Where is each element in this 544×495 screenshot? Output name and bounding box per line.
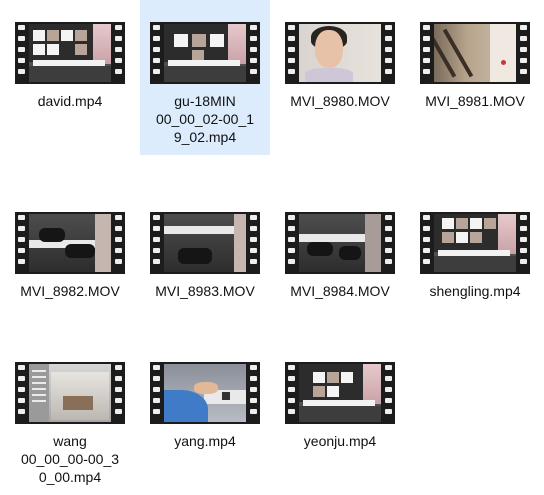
video-thumbnail [285, 212, 395, 274]
file-item-yeonju[interactable]: yeonju.mp4 [275, 340, 405, 490]
file-name: yeonju.mp4 [303, 433, 377, 449]
video-thumbnail [285, 22, 395, 84]
file-item-mvi-8983[interactable]: MVI_8983.MOV [140, 190, 270, 340]
file-item-yang[interactable]: yang.mp4 [140, 340, 270, 490]
video-thumbnail [420, 212, 530, 274]
video-thumbnail [150, 212, 260, 274]
file-item-mvi-8981[interactable]: MVI_8981.MOV [410, 0, 540, 150]
file-name: MVI_8982.MOV [20, 283, 120, 299]
file-name: MVI_8983.MOV [155, 283, 255, 299]
file-name: yang.mp4 [174, 433, 236, 449]
file-item-david[interactable]: david.mp4 [5, 0, 135, 150]
file-name: david.mp4 [37, 93, 103, 109]
file-item-mvi-8980[interactable]: MVI_8980.MOV [275, 0, 405, 150]
file-item-mvi-8984[interactable]: MVI_8984.MOV [275, 190, 405, 340]
video-thumbnail [285, 362, 395, 424]
file-name: gu-18MIN 00_00_02-00_1 9_02.mp4 [155, 93, 255, 145]
file-item-wang[interactable]: wang 00_00_00-00_3 0_00.mp4 [5, 340, 135, 490]
file-name: MVI_8980.MOV [290, 93, 390, 109]
file-name: wang 00_00_00-00_3 0_00.mp4 [20, 433, 120, 485]
video-thumbnail [15, 362, 125, 424]
video-thumbnail [420, 22, 530, 84]
file-name: MVI_8984.MOV [290, 283, 390, 299]
file-name: shengling.mp4 [429, 283, 521, 299]
video-thumbnail [150, 22, 260, 84]
file-item-mvi-8982[interactable]: MVI_8982.MOV [5, 190, 135, 340]
video-thumbnail [15, 22, 125, 84]
video-thumbnail [15, 212, 125, 274]
video-thumbnail [150, 362, 260, 424]
file-item-shengling[interactable]: shengling.mp4 [410, 190, 540, 340]
file-name: MVI_8981.MOV [425, 93, 525, 109]
file-grid: david.mp4 gu-18MIN 00_00_02-00_1 9_02.mp… [0, 0, 544, 495]
file-item-gu-18min[interactable]: gu-18MIN 00_00_02-00_1 9_02.mp4 [140, 0, 270, 155]
